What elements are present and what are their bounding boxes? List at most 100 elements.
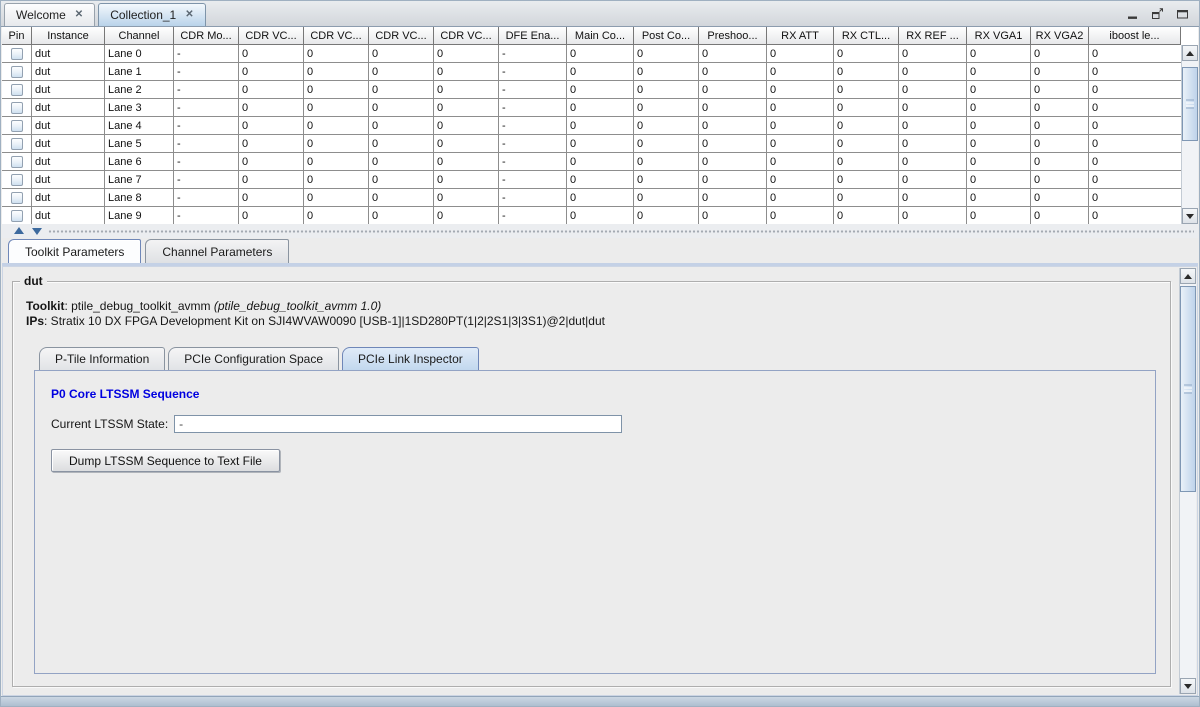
- column-header-rx-vga2[interactable]: RX VGA2: [1031, 27, 1089, 45]
- pin-checkbox[interactable]: [10, 209, 23, 222]
- editor-tab-collection-1[interactable]: Collection_1 ✕: [98, 3, 206, 26]
- column-header-cdr-vc[interactable]: CDR VC...: [369, 27, 434, 45]
- ltssm-state-field[interactable]: [174, 415, 623, 433]
- table-cell: 0: [567, 153, 634, 171]
- triangle-up-icon: [1184, 273, 1192, 279]
- table-row[interactable]: dut Lane 6 - 0 0 0 0 - 0 0 0 0 0 0 0 0 0: [2, 153, 1198, 171]
- cell-value: 0: [242, 191, 249, 204]
- restore-float-icon[interactable]: [1151, 8, 1164, 20]
- scroll-up-button[interactable]: [1182, 45, 1198, 61]
- column-header-cdr-mo[interactable]: CDR Mo...: [174, 27, 239, 45]
- cell-value: 0: [1034, 65, 1041, 78]
- cell-value: 0: [242, 137, 249, 150]
- column-header-rx-att[interactable]: RX ATT: [767, 27, 834, 45]
- column-header-cdr-vc[interactable]: CDR VC...: [434, 27, 499, 45]
- table-cell: dut: [32, 153, 105, 171]
- cell-value: 0: [702, 83, 709, 96]
- pin-checkbox[interactable]: [10, 137, 23, 150]
- cell-value: 0: [307, 101, 314, 114]
- table-cell: 0: [767, 117, 834, 135]
- close-icon[interactable]: ✕: [75, 10, 83, 20]
- pin-checkbox[interactable]: [10, 119, 23, 132]
- table-cell: -: [499, 135, 567, 153]
- column-header-iboost-le[interactable]: iboost le...: [1089, 27, 1181, 45]
- scroll-down-button[interactable]: [1182, 208, 1198, 224]
- scroll-up-button[interactable]: [1180, 268, 1196, 284]
- table-row[interactable]: dut Lane 1 - 0 0 0 0 - 0 0 0 0 0 0 0 0 0: [2, 63, 1198, 81]
- column-header-channel[interactable]: Channel: [105, 27, 174, 45]
- collapse-up-icon[interactable]: [14, 227, 24, 234]
- table-cell: 0: [967, 117, 1031, 135]
- table-row[interactable]: dut Lane 5 - 0 0 0 0 - 0 0 0 0 0 0 0 0 0: [2, 135, 1198, 153]
- pin-checkbox[interactable]: [10, 83, 23, 96]
- pin-checkbox[interactable]: [10, 173, 23, 186]
- table-cell: 0: [634, 189, 699, 207]
- column-header-label: Preshoo...: [707, 29, 758, 42]
- column-header-cdr-vc[interactable]: CDR VC...: [304, 27, 369, 45]
- cell-value: 0: [702, 173, 709, 186]
- cell-value: 0: [837, 137, 844, 150]
- table-vertical-scrollbar[interactable]: [1181, 45, 1198, 224]
- collapse-down-icon[interactable]: [32, 228, 42, 235]
- cell-value: 0: [307, 173, 314, 186]
- group-title: dut: [20, 274, 47, 288]
- table-row[interactable]: dut Lane 2 - 0 0 0 0 - 0 0 0 0 0 0 0 0 0: [2, 81, 1198, 99]
- editor-tab-welcome[interactable]: Welcome ✕: [4, 3, 96, 26]
- tab-channel-parameters[interactable]: Channel Parameters: [145, 239, 290, 263]
- column-header-instance[interactable]: Instance: [32, 27, 105, 45]
- table-cell: 0: [239, 189, 304, 207]
- pin-checkbox[interactable]: [10, 155, 23, 168]
- maximize-icon[interactable]: [1176, 8, 1189, 20]
- table-cell: 0: [767, 171, 834, 189]
- table-row[interactable]: dut Lane 7 - 0 0 0 0 - 0 0 0 0 0 0 0 0 0: [2, 171, 1198, 189]
- scroll-down-button[interactable]: [1180, 678, 1196, 694]
- column-header-label: RX CTL...: [841, 29, 891, 42]
- split-pane-divider[interactable]: [2, 224, 1198, 238]
- scrollbar-thumb[interactable]: [1182, 67, 1198, 141]
- column-header-label: Channel: [118, 29, 160, 42]
- table-body: dut Lane 0 - 0 0 0 0 - 0 0 0 0 0 0 0 0 0 dut Lane 1 - 0 0 0 0 - 0…: [2, 45, 1198, 224]
- table-row[interactable]: dut Lane 4 - 0 0 0 0 - 0 0 0 0 0 0 0 0 0: [2, 117, 1198, 135]
- table-cell: 0: [767, 99, 834, 117]
- cell-value: 0: [437, 47, 444, 60]
- cell-value: 0: [307, 137, 314, 150]
- tab-pcie-configuration-space[interactable]: PCIe Configuration Space: [168, 347, 340, 370]
- column-header-preshoo[interactable]: Preshoo...: [699, 27, 767, 45]
- table-cell: 0: [834, 207, 899, 224]
- pin-cell: [2, 207, 32, 224]
- table-row[interactable]: dut Lane 3 - 0 0 0 0 - 0 0 0 0 0 0 0 0 0: [2, 99, 1198, 117]
- tab-toolkit-parameters[interactable]: Toolkit Parameters: [8, 239, 142, 263]
- pin-checkbox[interactable]: [10, 101, 23, 114]
- column-header-main-co[interactable]: Main Co...: [567, 27, 634, 45]
- toolkit-version: (ptile_debug_toolkit_avmm 1.0): [213, 299, 382, 313]
- cell-value: 0: [770, 47, 777, 60]
- pin-checkbox[interactable]: [10, 47, 23, 60]
- pin-checkbox[interactable]: [10, 65, 23, 78]
- table-cell: 0: [434, 189, 499, 207]
- table-cell: 0: [434, 135, 499, 153]
- tab-pcie-link-inspector[interactable]: PCIe Link Inspector: [342, 347, 479, 370]
- table-row[interactable]: dut Lane 9 - 0 0 0 0 - 0 0 0 0 0 0 0 0 0: [2, 207, 1198, 224]
- close-icon[interactable]: ✕: [185, 10, 193, 20]
- column-header-dfe-ena[interactable]: DFE Ena...: [499, 27, 567, 45]
- scrollbar-thumb[interactable]: [1180, 286, 1196, 492]
- dump-ltssm-button[interactable]: Dump LTSSM Sequence to Text File: [51, 449, 280, 472]
- column-header-pin[interactable]: Pin: [2, 27, 32, 45]
- table-cell: 0: [369, 153, 434, 171]
- table-cell: 0: [834, 189, 899, 207]
- column-header-rx-vga1[interactable]: RX VGA1: [967, 27, 1031, 45]
- table-row[interactable]: dut Lane 0 - 0 0 0 0 - 0 0 0 0 0 0 0 0 0: [2, 45, 1198, 63]
- column-header-rx-ctl[interactable]: RX CTL...: [834, 27, 899, 45]
- cell-value: -: [502, 155, 506, 168]
- table-row[interactable]: dut Lane 8 - 0 0 0 0 - 0 0 0 0 0 0 0 0 0: [2, 189, 1198, 207]
- minimize-icon[interactable]: [1127, 8, 1139, 20]
- table-cell: 0: [304, 45, 369, 63]
- tab-p-tile-information[interactable]: P-Tile Information: [39, 347, 166, 370]
- table-cell: 0: [899, 171, 967, 189]
- panel-vertical-scrollbar[interactable]: [1179, 268, 1196, 694]
- column-header-cdr-vc[interactable]: CDR VC...: [239, 27, 304, 45]
- column-header-post-co[interactable]: Post Co...: [634, 27, 699, 45]
- pin-checkbox[interactable]: [10, 191, 23, 204]
- table-cell: 0: [834, 81, 899, 99]
- column-header-rx-ref[interactable]: RX REF ...: [899, 27, 967, 45]
